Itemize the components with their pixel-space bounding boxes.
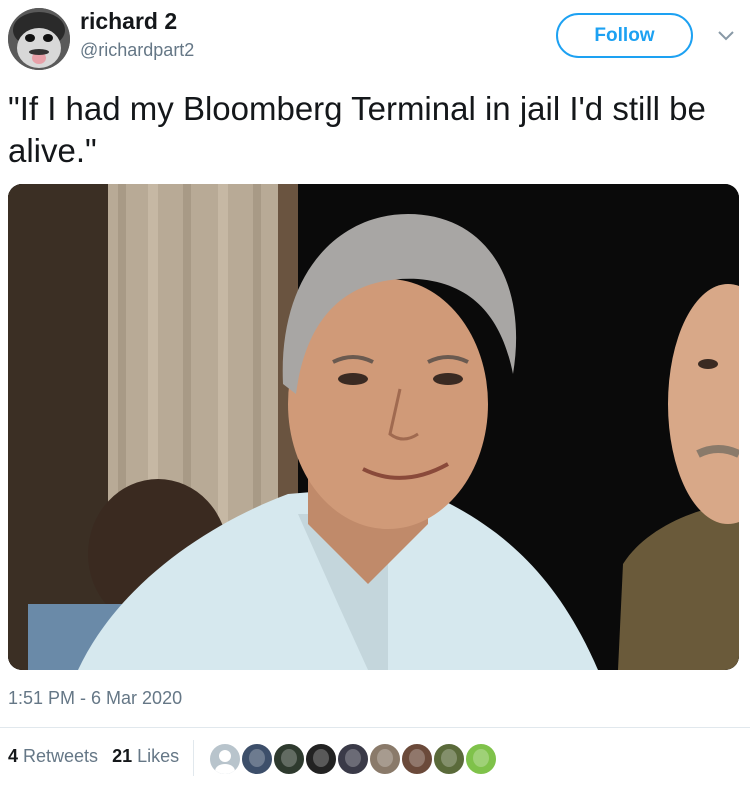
avatar[interactable]	[8, 8, 70, 70]
likes-count: 21	[112, 746, 133, 766]
liker-avatar[interactable]	[432, 742, 466, 776]
liker-avatar[interactable]	[272, 742, 306, 776]
divider	[0, 727, 750, 728]
retweets-stat[interactable]: 4 Retweets	[8, 746, 98, 767]
tweet-timestamp[interactable]: 1:51 PM - 6 Mar 2020	[8, 688, 182, 709]
retweets-label: Retweets	[23, 746, 99, 766]
liker-avatar[interactable]	[464, 742, 498, 776]
retweets-count: 4	[8, 746, 19, 766]
default-avatar-icon[interactable]	[208, 742, 242, 776]
liker-avatar[interactable]	[400, 742, 434, 776]
liker-avatar[interactable]	[336, 742, 370, 776]
tweet-text: "If I had my Bloomberg Terminal in jail …	[8, 90, 706, 169]
tweet-photo[interactable]	[8, 184, 739, 670]
likes-label: Likes	[137, 746, 180, 766]
likes-stat[interactable]: 21 Likes	[112, 746, 179, 767]
chevron-down-icon[interactable]	[716, 28, 736, 44]
tweet-card: richard 2 @richardpart2 Follow "If I had…	[0, 0, 750, 796]
liker-avatar[interactable]	[304, 742, 338, 776]
user-handle[interactable]: @richardpart2	[80, 40, 194, 61]
stats-separator	[193, 740, 194, 776]
liker-avatar[interactable]	[368, 742, 402, 776]
display-name[interactable]: richard 2	[80, 8, 177, 35]
follow-button[interactable]: Follow	[556, 13, 693, 58]
liker-avatars	[208, 742, 498, 776]
engagement-stats: 4 Retweets 21 Likes	[8, 746, 179, 767]
liker-avatar[interactable]	[240, 742, 274, 776]
